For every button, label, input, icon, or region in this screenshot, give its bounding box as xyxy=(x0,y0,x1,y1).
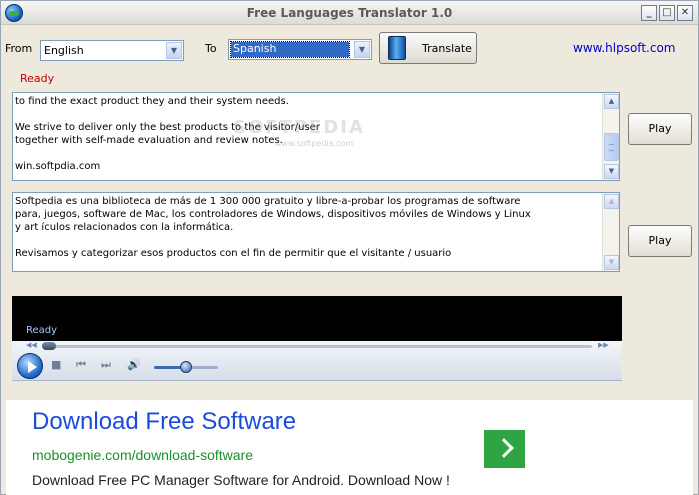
volume-knob[interactable] xyxy=(180,361,192,373)
previous-icon[interactable]: ⏮ xyxy=(76,358,86,372)
ad-title[interactable]: Download Free Software xyxy=(32,408,296,436)
close-button[interactable]: ✕ xyxy=(677,5,693,21)
website-link[interactable]: www.hlpsoft.com xyxy=(573,41,675,55)
player-controls: ◀◀ ▶▶ ■ ⏮ ⏭ 🔊 xyxy=(12,341,622,381)
translate-button-label: Translate xyxy=(422,42,472,55)
scroll-thumb[interactable] xyxy=(604,133,619,161)
to-label: To xyxy=(205,42,217,55)
media-player: Ready ◀◀ ▶▶ ■ ⏮ ⏭ 🔊 xyxy=(12,296,622,386)
from-language-value: English xyxy=(44,44,84,57)
player-screen: Ready xyxy=(12,296,622,341)
volume-icon[interactable]: 🔊 xyxy=(127,358,141,371)
status-text: Ready xyxy=(20,72,55,85)
stop-icon[interactable]: ■ xyxy=(51,358,61,371)
window-title: Free Languages Translator 1.0 xyxy=(246,6,453,20)
app-window: Free Languages Translator 1.0 _ □ ✕ From… xyxy=(0,0,699,495)
softpedia-watermark-small: www.softpedia.com xyxy=(275,139,354,148)
scroll-up-icon[interactable]: ▲ xyxy=(604,94,619,109)
play-icon[interactable] xyxy=(17,353,43,379)
translated-text-content[interactable]: Softpedia es una biblioteca de más de 1 … xyxy=(15,195,599,260)
dropdown-arrow-icon[interactable]: ▼ xyxy=(354,41,370,58)
dropdown-arrow-icon[interactable]: ▼ xyxy=(166,42,182,59)
chevron-right-icon[interactable] xyxy=(484,430,525,468)
ad-banner[interactable]: Download Free Software mobogenie.com/dow… xyxy=(6,399,693,495)
seek-handle[interactable] xyxy=(42,342,56,350)
source-scrollbar[interactable]: ▲ ▼ xyxy=(602,93,619,180)
maximize-button[interactable]: □ xyxy=(659,5,675,21)
source-text-area[interactable]: to find the exact product they and their… xyxy=(12,92,620,181)
ad-url[interactable]: mobogenie.com/download-software xyxy=(32,447,253,463)
scroll-down-icon[interactable]: ▼ xyxy=(604,255,619,270)
to-language-value: Spanish xyxy=(230,41,350,58)
from-language-select[interactable]: English ▼ xyxy=(40,40,184,61)
translated-text-area[interactable]: Softpedia es una biblioteca de más de 1 … xyxy=(12,192,620,272)
seek-bar[interactable] xyxy=(42,345,592,348)
ad-description: Download Free PC Manager Software for An… xyxy=(32,472,450,488)
translated-scrollbar[interactable]: ▲ ▼ xyxy=(602,193,619,271)
seek-forward-icon[interactable]: ▶▶ xyxy=(598,341,609,349)
scroll-up-icon[interactable]: ▲ xyxy=(604,194,619,209)
play-source-button[interactable]: Play xyxy=(628,113,692,145)
softpedia-watermark: SOFTPEDIA xyxy=(233,117,365,138)
title-bar[interactable]: Free Languages Translator 1.0 _ □ ✕ xyxy=(1,1,698,25)
minimize-button[interactable]: _ xyxy=(641,5,657,21)
from-label: From xyxy=(5,42,33,55)
to-language-select[interactable]: Spanish ▼ xyxy=(228,39,372,60)
next-icon[interactable]: ⏭ xyxy=(101,358,111,372)
book-icon xyxy=(388,36,406,60)
scroll-down-icon[interactable]: ▼ xyxy=(604,164,619,179)
player-status: Ready xyxy=(26,325,58,336)
translate-button[interactable]: Translate xyxy=(379,32,477,64)
play-translation-button[interactable]: Play xyxy=(628,225,692,257)
seek-back-icon[interactable]: ◀◀ xyxy=(26,341,37,349)
